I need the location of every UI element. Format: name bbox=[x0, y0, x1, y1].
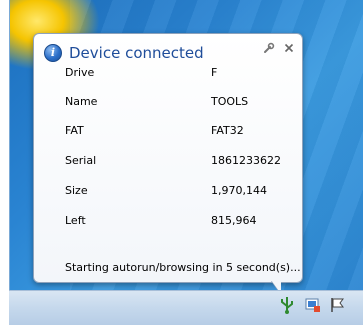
info-icon: i bbox=[44, 44, 62, 62]
popup-title: Device connected bbox=[69, 44, 204, 62]
popup-tools bbox=[263, 42, 294, 54]
row-value: 815,964 bbox=[211, 214, 257, 227]
row-label: Serial bbox=[65, 154, 97, 167]
autorun-status: Starting autorun/browsing in 5 second(s)… bbox=[65, 261, 301, 274]
row-label: Size bbox=[65, 184, 88, 197]
row-value: F bbox=[211, 66, 218, 79]
row-label: Left bbox=[65, 214, 86, 227]
row-label: Drive bbox=[65, 66, 95, 79]
row-value: TOOLS bbox=[211, 95, 249, 108]
row-value: 1,970,144 bbox=[211, 184, 267, 197]
row-label: FAT bbox=[65, 124, 84, 137]
wrench-icon[interactable] bbox=[263, 42, 275, 54]
action-center-icon[interactable] bbox=[305, 297, 321, 317]
notification-popup: i Device connected Drive F Name TOOLS FA… bbox=[33, 33, 303, 283]
popup-header: i Device connected bbox=[44, 42, 204, 64]
close-icon[interactable] bbox=[284, 43, 294, 53]
row-label: Name bbox=[65, 95, 98, 108]
row-value: FAT32 bbox=[211, 124, 244, 137]
usb-tray-icon[interactable] bbox=[279, 296, 295, 318]
row-value: 1861233622 bbox=[211, 154, 281, 167]
flag-icon[interactable] bbox=[330, 297, 346, 317]
